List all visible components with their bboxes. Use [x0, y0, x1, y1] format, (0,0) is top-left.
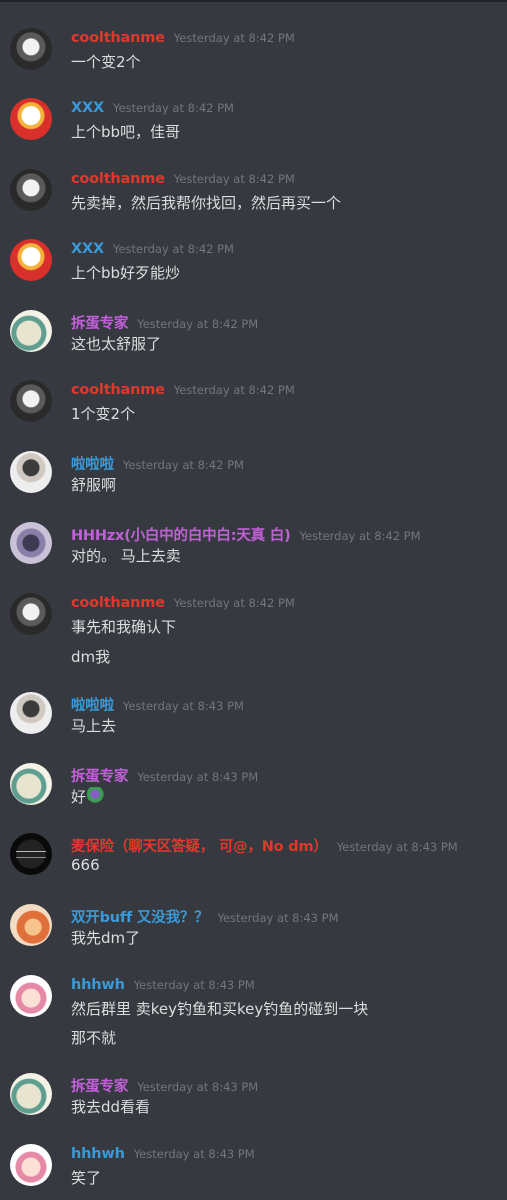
username[interactable]: 双开buff 又没我？？ Yesterday at 8:43 PM — [71, 906, 339, 927]
user-avatar[interactable] — [10, 451, 52, 493]
user-avatar[interactable] — [10, 833, 52, 875]
username[interactable]: 麦保险（聊天区答疑， 可@，No dm） Yesterday at 8:43 PM — [71, 835, 458, 856]
message-text: 这也太舒服了 — [71, 335, 162, 353]
message-text: dm我 — [71, 648, 111, 666]
user-avatar[interactable] — [10, 310, 52, 352]
timestamp: Yesterday at 8:42 PM — [137, 317, 259, 331]
timestamp: Yesterday at 8:43 PM — [137, 1080, 259, 1094]
message-text: 666 — [71, 856, 100, 874]
username[interactable]: coolthanme Yesterday at 8:42 PM — [71, 30, 295, 46]
username[interactable]: 拆蛋专家 Yesterday at 8:43 PM — [71, 1075, 258, 1096]
message-text: 笑了 — [71, 1169, 102, 1187]
message-text: 马上去 — [71, 717, 117, 735]
username[interactable]: XXX Yesterday at 8:42 PM — [71, 241, 234, 257]
username[interactable]: 啦啦啦 Yesterday at 8:43 PM — [71, 694, 244, 715]
timestamp: Yesterday at 8:42 PM — [173, 31, 295, 45]
timestamp: Yesterday at 8:42 PM — [299, 529, 421, 543]
timestamp: Yesterday at 8:42 PM — [112, 242, 234, 256]
username[interactable]: hhhwh Yesterday at 8:43 PM — [71, 1146, 255, 1162]
message-text: 一个变2个 — [71, 53, 141, 71]
timestamp: Yesterday at 8:42 PM — [122, 458, 244, 472]
message-text: 然后群里 卖key钓鱼和买key钓鱼的碰到一块 — [71, 1000, 369, 1018]
user-avatar[interactable] — [10, 1144, 52, 1186]
user-avatar[interactable] — [10, 1073, 52, 1115]
username[interactable]: coolthanme Yesterday at 8:42 PM — [71, 382, 295, 398]
timestamp: Yesterday at 8:42 PM — [173, 596, 295, 610]
signature-icon — [16, 851, 46, 858]
user-avatar[interactable] — [10, 522, 52, 564]
user-avatar[interactable] — [10, 975, 52, 1017]
timestamp: Yesterday at 8:43 PM — [122, 699, 244, 713]
user-avatar[interactable] — [10, 98, 52, 140]
user-avatar[interactable] — [10, 692, 52, 734]
username[interactable]: 拆蛋专家 Yesterday at 8:43 PM — [71, 765, 258, 786]
timestamp: Yesterday at 8:43 PM — [217, 911, 339, 925]
message-text: 事先和我确认下 — [71, 618, 177, 636]
user-avatar[interactable] — [10, 169, 52, 211]
timestamp: Yesterday at 8:43 PM — [133, 978, 255, 992]
message-text: 我去dd看看 — [71, 1098, 151, 1116]
user-avatar[interactable] — [10, 763, 52, 805]
timestamp: Yesterday at 8:43 PM — [137, 770, 259, 784]
timestamp: Yesterday at 8:42 PM — [173, 172, 295, 186]
username[interactable]: coolthanme Yesterday at 8:42 PM — [71, 595, 295, 611]
message-text: 那不就 — [71, 1029, 117, 1047]
timestamp: Yesterday at 8:43 PM — [133, 1147, 255, 1161]
username[interactable]: hhhwh Yesterday at 8:43 PM — [71, 977, 255, 993]
message-text: 先卖掉，然后我帮你找回，然后再买一个 — [71, 194, 342, 212]
username[interactable]: coolthanme Yesterday at 8:42 PM — [71, 171, 295, 187]
message-text: 舒服啊 — [71, 476, 117, 494]
username[interactable]: 拆蛋专家 Yesterday at 8:42 PM — [71, 312, 258, 333]
message-text: 我先dm了 — [71, 929, 141, 947]
user-avatar[interactable] — [10, 593, 52, 635]
message-text: 上个bb好歹能炒 — [71, 264, 181, 282]
timestamp: Yesterday at 8:42 PM — [173, 383, 295, 397]
user-avatar[interactable] — [10, 904, 52, 946]
username[interactable]: HHHzx(小白中的白中白:天真 白) Yesterday at 8:42 PM — [71, 524, 421, 545]
timestamp: Yesterday at 8:42 PM — [112, 101, 234, 115]
message-text: 上个bb吧，佳哥 — [71, 123, 181, 141]
timestamp: Yesterday at 8:43 PM — [336, 840, 458, 854]
user-avatar[interactable] — [10, 239, 52, 281]
message-text: 对的。 马上去卖 — [71, 547, 181, 565]
username[interactable]: 啦啦啦 Yesterday at 8:42 PM — [71, 453, 244, 474]
user-avatar[interactable] — [10, 380, 52, 422]
top-divider — [0, 0, 507, 2]
user-avatar[interactable] — [10, 28, 52, 70]
username[interactable]: XXX Yesterday at 8:42 PM — [71, 100, 234, 116]
message-text: 1个变2个 — [71, 405, 136, 423]
message-text: 好 — [71, 786, 106, 807]
plant-emoji-icon — [87, 787, 106, 805]
